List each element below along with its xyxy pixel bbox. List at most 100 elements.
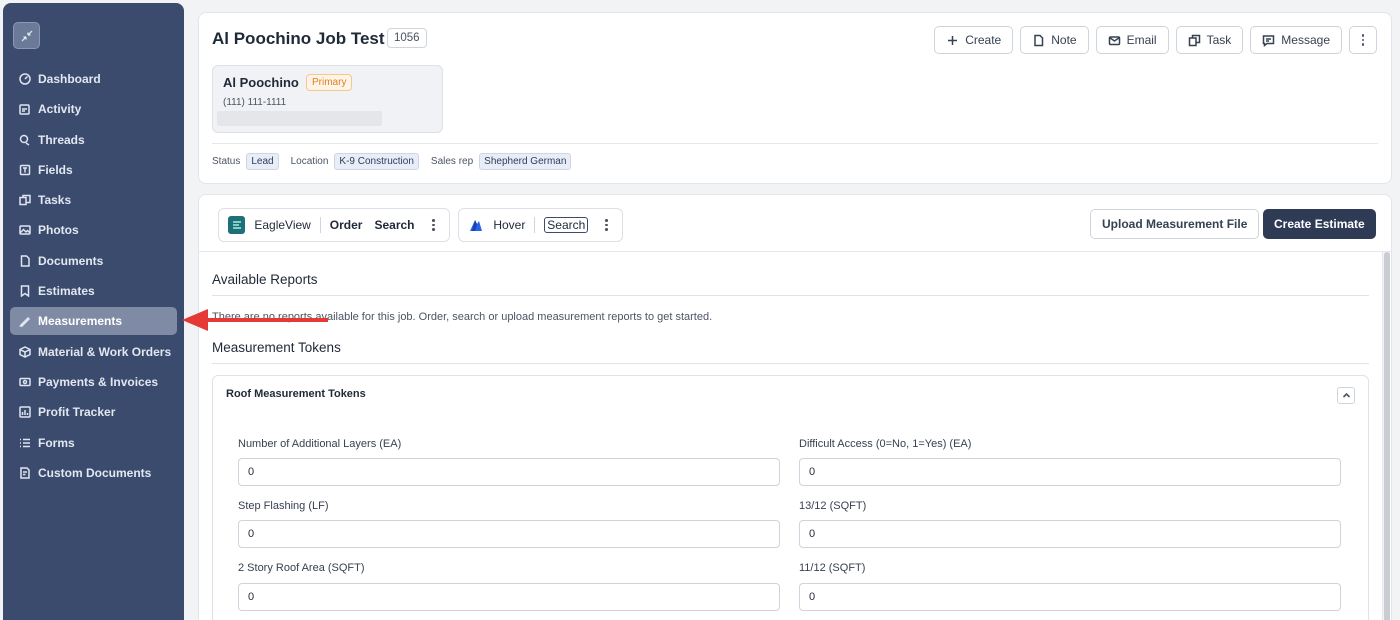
status-label: Status [212,156,241,167]
toolbar-divider [199,251,1391,252]
job-header-card: Al Poochino Job Test 1056 Create Note Em… [198,12,1392,184]
available-reports-heading: Available Reports [212,272,318,287]
hover-search-link[interactable]: Search [544,217,589,233]
pitch-11-12-input[interactable] [799,583,1341,611]
task-button-label: Task [1206,33,1232,47]
section-rule [212,363,1369,364]
kebab-icon [1356,34,1370,46]
hover-name: Hover [493,218,526,232]
upload-measurement-file-button[interactable]: Upload Measurement File [1090,209,1260,239]
contact-redacted-line [217,111,382,126]
sidebar-item-label: Forms [38,435,75,450]
message-button-label: Message [1281,33,1330,47]
content-scrollbar[interactable] [1382,252,1390,620]
create-estimate-button[interactable]: Create Estimate [1263,209,1376,239]
photo-icon [19,224,31,236]
task-button[interactable]: Task [1175,26,1244,54]
eagleview-logo-icon [228,216,246,234]
field-label: Difficult Access (0=No, 1=Yes) (EA) [799,438,972,450]
eagleview-order-link[interactable]: Order [330,218,363,232]
sidebar-item-label: Tasks [38,193,72,208]
activity-icon [19,103,31,116]
field-label: 11/12 (SQFT) [799,562,866,574]
sidebar-item-dashboard[interactable]: Dashboard [10,65,177,93]
sidebar-item-forms[interactable]: Forms [10,429,177,457]
contact-card[interactable]: Al Poochino Primary (111) 111-1111 [212,65,443,133]
chevron-up-icon [1342,392,1350,398]
sidebar-item-tasks[interactable]: Tasks [10,186,177,214]
list-icon [19,437,31,449]
scrollbar-thumb[interactable] [1384,252,1390,620]
email-button[interactable]: Email [1095,26,1169,54]
location-label: Location [290,156,329,167]
header-divider [212,143,1378,144]
sidebar-item-custom-documents[interactable]: Custom Documents [10,459,177,487]
section-rule [212,295,1369,296]
sidebar-item-fields[interactable]: Fields [10,156,177,184]
fields-icon [19,164,31,176]
collapse-sidebar-button[interactable] [13,22,40,49]
message-button[interactable]: Message [1250,26,1342,54]
note-button[interactable]: Note [1020,26,1089,54]
sidebar-item-threads[interactable]: Threads [10,126,177,154]
additional-layers-input[interactable] [238,458,780,486]
sidebar-nav: Dashboard Activity Threads Fields Tasks … [10,65,177,489]
hover-integration: Hover Search [458,208,623,242]
payment-icon [19,376,31,388]
tasks-icon [19,194,31,206]
estimate-icon [19,285,31,298]
sidebar-item-photos[interactable]: Photos [10,216,177,244]
task-icon [1188,34,1200,46]
location-badge[interactable]: K-9 Construction [334,153,419,170]
sidebar-item-documents[interactable]: Documents [10,247,177,275]
eagleview-name: EagleView [254,218,311,232]
field-label: 13/12 (SQFT) [799,500,867,512]
collapse-panel-button[interactable] [1337,387,1355,404]
two-story-roof-area-input[interactable] [238,583,780,611]
more-actions-button[interactable] [1349,26,1377,54]
job-number-badge: 1056 [387,28,427,48]
sidebar-item-estimates[interactable]: Estimates [10,277,177,305]
measurements-card: EagleView Order Search Hover Search Uplo… [198,194,1392,620]
plus-icon [948,35,958,45]
email-button-label: Email [1126,33,1157,47]
sidebar-item-label: Threads [38,132,85,147]
sidebar-item-label: Custom Documents [38,465,152,480]
sidebar-item-material-work-orders[interactable]: Material & Work Orders [10,338,177,366]
sidebar-item-label: Material & Work Orders [38,344,172,359]
sidebar-item-label: Documents [38,253,104,268]
hover-logo-icon [468,216,484,234]
annotation-arrow-icon [182,309,328,331]
step-flashing-input[interactable] [238,520,780,548]
document-icon [19,255,31,267]
sidebar-item-label: Payments & Invoices [38,374,159,389]
salesrep-label: Sales rep [430,156,474,167]
box-icon [19,345,31,358]
sidebar-item-label: Activity [38,102,82,117]
field-label: 2 Story Roof Area (SQFT) [238,562,365,574]
sidebar-item-profit-tracker[interactable]: Profit Tracker [10,398,177,426]
message-icon [1263,34,1275,47]
sidebar-item-measurements[interactable]: Measurements [10,307,177,336]
status-badge[interactable]: Lead [246,153,279,170]
note-button-label: Note [1051,33,1077,47]
eagleview-search-link[interactable]: Search [374,218,414,232]
contact-phone: (111) 111-1111 [223,97,287,108]
salesrep-badge[interactable]: Shepherd German [479,153,572,170]
roof-tokens-title: Roof Measurement Tokens [226,388,366,400]
page-title: Al Poochino Job Test [212,29,385,48]
gauge-icon [19,73,31,85]
separator [534,217,536,233]
difficult-access-input[interactable] [799,458,1341,486]
eagleview-more-icon[interactable] [427,219,440,231]
create-button[interactable]: Create [934,26,1014,54]
sidebar-item-payments-invoices[interactable]: Payments & Invoices [10,368,177,396]
pitch-13-12-input[interactable] [799,520,1341,548]
measurement-tokens-heading: Measurement Tokens [212,340,341,355]
sidebar: Dashboard Activity Threads Fields Tasks … [3,3,184,620]
field-label: Step Flashing (LF) [238,500,329,512]
mail-icon [1108,35,1120,45]
separator [319,217,321,233]
sidebar-item-activity[interactable]: Activity [10,95,177,123]
hover-more-icon[interactable] [600,219,613,231]
